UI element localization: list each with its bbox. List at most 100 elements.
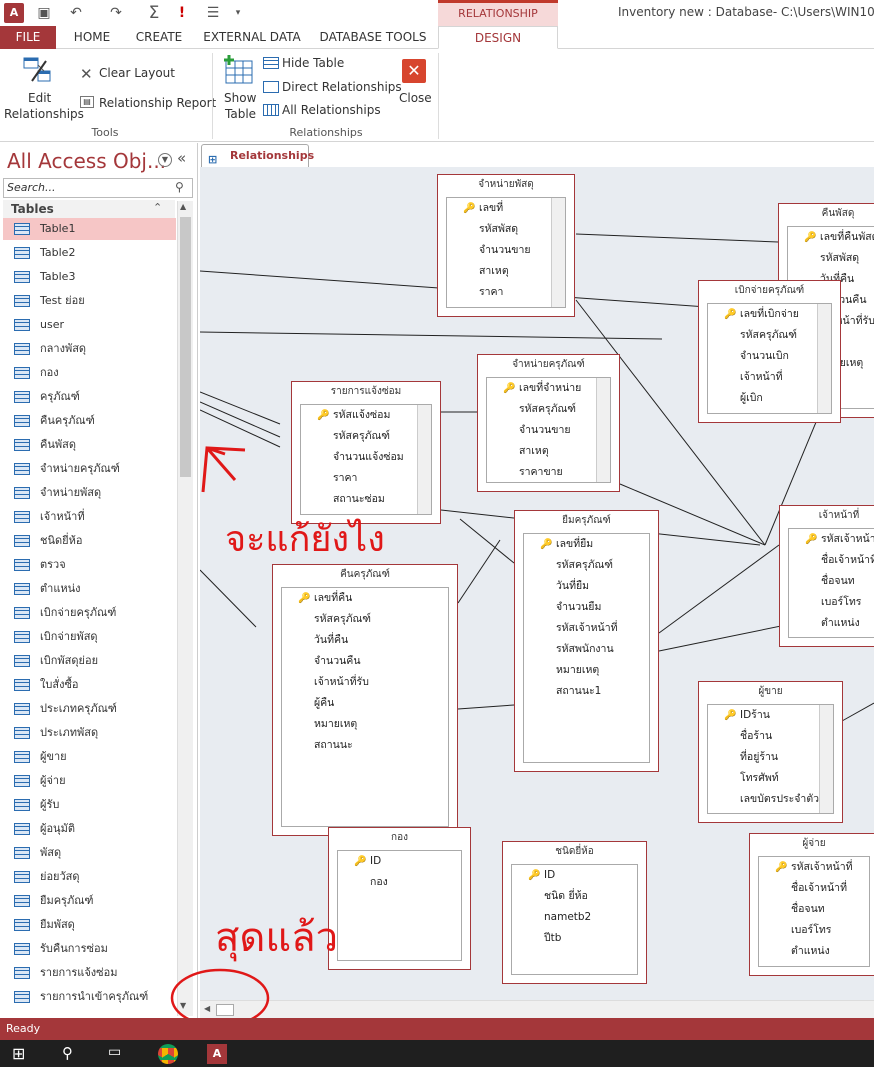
field-item[interactable]: รหัสพัสดุ	[447, 219, 565, 240]
field-item[interactable]: วันที่ยืม	[524, 576, 649, 597]
field-item[interactable]: สถานนะ	[282, 735, 448, 756]
relationship-table[interactable]: ยืมครุภัณฑ์ 🔑 เลขที่ยืม รหัสครุภัณฑ์ วันที่ย…	[514, 510, 659, 772]
field-item[interactable]: วันที่คืน	[282, 630, 448, 651]
field-list[interactable]: 🔑รหัสเจ้าหน้าที่ชื่อเจ้าหน้าที่ชื่อจนทเบ…	[758, 856, 870, 967]
direct-relationships-button[interactable]: Direct Relationships	[282, 80, 402, 94]
field-item[interactable]: รหัสพนักงาน	[524, 639, 649, 660]
field-item[interactable]: ที่อยู่ร้าน	[708, 747, 833, 768]
relationships-doc-tab[interactable]: ⊞ Relationships	[201, 144, 314, 167]
nav-section-tables[interactable]: Tables	[3, 200, 175, 218]
relationship-report-button[interactable]: Relationship Report	[99, 96, 216, 110]
nav-table-item[interactable]: เจ้าหน้าที่	[3, 506, 176, 528]
edit-relationships-label2[interactable]: Relationships	[4, 107, 84, 121]
nav-table-item[interactable]: จำหน่ายพัสดุ	[3, 482, 176, 504]
field-item[interactable]: รหัสครุภัณฑ์	[282, 609, 448, 630]
nav-table-item[interactable]: ชนิดยี่ห้อ	[3, 530, 176, 552]
field-item[interactable]: รหัสครุภัณฑ์	[708, 325, 831, 346]
table-title[interactable]: คืนครุภัณฑ์	[273, 565, 457, 585]
nav-table-item[interactable]: ครุภัณฑ์	[3, 386, 176, 408]
table-title[interactable]: ชนิดยี่ห้อ	[503, 842, 646, 862]
nav-table-item[interactable]: ใบสั่งซื้อ	[3, 674, 176, 696]
relationship-table[interactable]: กอง 🔑 ID กอง	[328, 827, 471, 970]
field-item[interactable]: 🔑 เลขที่ยืม	[524, 534, 649, 555]
relationship-table[interactable]: เบิกจ่ายครุภัณฑ์ 🔑 เลขที่เบิกจ่าย รหัสครุภั…	[698, 280, 841, 423]
field-item[interactable]: โทรศัพท์	[708, 768, 833, 789]
field-list[interactable]: 🔑 เลขที่คืน รหัสครุภัณฑ์ วันที่คืน จำนวนคืนเ…	[281, 587, 449, 827]
table-title[interactable]: จำหน่ายพัสดุ	[438, 175, 574, 195]
field-item[interactable]: 🔑 เลขที่จำหน่าย	[487, 378, 610, 399]
field-item[interactable]: จำนวนเบิก	[708, 346, 831, 367]
show-table-label1[interactable]: Show	[224, 91, 256, 105]
field-item[interactable]: 🔑 เลขที่	[447, 198, 565, 219]
nav-table-item[interactable]: พัสดุ	[3, 842, 176, 864]
field-item[interactable]: สถานนะ1	[524, 681, 649, 702]
field-item[interactable]: 🔑 ID	[338, 851, 461, 872]
field-list[interactable]: 🔑 ID กอง	[337, 850, 462, 961]
field-item[interactable]: ชื่อเจ้าหน้าที่	[789, 550, 874, 571]
nav-table-item[interactable]: เบิกจ่ายพัสดุ	[3, 626, 176, 648]
hide-table-button[interactable]: Hide Table	[282, 56, 344, 70]
field-scrollbar[interactable]	[417, 405, 431, 514]
nav-table-item[interactable]: ผู้จ่าย	[3, 770, 176, 792]
relationship-table[interactable]: จำหน่ายพัสดุ 🔑 เลขที่ รหัสพัสดุ จำนวนขาย สาเห…	[437, 174, 575, 317]
field-item[interactable]: รหัสเจ้าหน้าที่	[524, 618, 649, 639]
nav-table-item[interactable]: คืนครุภัณฑ์	[3, 410, 176, 432]
table-title[interactable]: เบิกจ่ายครุภัณฑ์	[699, 281, 840, 301]
redo-icon[interactable]: ↷	[106, 3, 126, 23]
field-item[interactable]: ตำแหน่ง	[789, 613, 874, 634]
taskbar-search-icon[interactable]: ⚲	[62, 1044, 82, 1064]
field-item[interactable]: หมายเหตุ	[282, 714, 448, 735]
field-scrollbar[interactable]	[819, 705, 833, 813]
field-item[interactable]: หมายเหตุ	[524, 660, 649, 681]
field-item[interactable]: 🔑 เลขที่คืน	[282, 588, 448, 609]
collapse-section-icon[interactable]: ⌃	[153, 201, 162, 214]
table-title[interactable]: จำหน่ายครุภัณฑ์	[478, 355, 619, 375]
field-item[interactable]: เบอร์โทร	[789, 592, 874, 613]
nav-table-item[interactable]: กลางพัสดุ	[3, 338, 176, 360]
field-item[interactable]: จำนวนยืม	[524, 597, 649, 618]
relationship-table[interactable]: ชนิดยี่ห้อ 🔑 ID ชนิด ยี่ห้อ nametb2 ปีtb	[502, 841, 647, 984]
field-item[interactable]: เบอร์โทร	[759, 920, 869, 941]
nav-table-item[interactable]: Test ย่อย	[3, 290, 176, 312]
relationship-table[interactable]: ผู้ขาย 🔑 IDร้าน ชื่อร้าน ที่อยู่ร้าน โทรศัพท์…	[698, 681, 843, 823]
nav-search-input[interactable]: Search...	[3, 178, 193, 198]
task-view-icon[interactable]: ▭	[108, 1044, 128, 1064]
field-scrollbar[interactable]	[596, 378, 610, 482]
field-item[interactable]: 🔑 รหัสแจ้งซ่อม	[301, 405, 431, 426]
nav-table-item[interactable]: user	[3, 314, 176, 336]
tab-design[interactable]: DESIGN	[438, 26, 558, 49]
field-item[interactable]: 🔑 เลขที่เบิกจ่าย	[708, 304, 831, 325]
relationship-table[interactable]: เจ้าหน้าที่🔑รหัสเจ้าหน้าที่ชื่อเจ้าหน้าท…	[779, 505, 874, 647]
field-item[interactable]: เจ้าหน้าที่	[708, 367, 831, 388]
nav-table-item[interactable]: กอง	[3, 362, 176, 384]
windows-start-icon[interactable]: ⊞	[12, 1044, 32, 1064]
nav-table-item[interactable]: Table2	[3, 242, 176, 264]
field-list[interactable]: 🔑 ID ชนิด ยี่ห้อ nametb2 ปีtb	[511, 864, 638, 975]
field-list[interactable]: 🔑 เลขที่จำหน่าย รหัสครุภัณฑ์ จำนวนขาย สาเหตุ…	[486, 377, 611, 483]
field-list[interactable]: 🔑รหัสเจ้าหน้าที่ชื่อเจ้าหน้าที่ชื่อจนทเบ…	[788, 528, 874, 638]
clear-layout-button[interactable]: Clear Layout	[99, 66, 175, 80]
exclamation-icon[interactable]: !	[172, 3, 192, 23]
table-title[interactable]: กอง	[329, 828, 470, 848]
nav-table-item[interactable]: ยืมครุภัณฑ์	[3, 890, 176, 912]
field-scrollbar[interactable]	[817, 304, 831, 413]
nav-table-item[interactable]: ผู้รับ	[3, 794, 176, 816]
table-title[interactable]: เจ้าหน้าที่	[780, 506, 874, 526]
relationships-canvas[interactable]: จำหน่ายพัสดุ 🔑 เลขที่ รหัสพัสดุ จำนวนขาย สาเห…	[200, 167, 874, 1000]
field-item[interactable]: จำนวนคืน	[282, 651, 448, 672]
table-title[interactable]: ยืมครุภัณฑ์	[515, 511, 658, 531]
nav-pane-title[interactable]: All Access Obj...	[7, 149, 166, 173]
tab-database-tools[interactable]: DATABASE TOOLS	[318, 26, 428, 49]
field-list[interactable]: 🔑 เลขที่เบิกจ่าย รหัสครุภัณฑ์ จำนวนเบิก เจ้า…	[707, 303, 832, 414]
field-item[interactable]: ชื่อจนท	[759, 899, 869, 920]
tab-create[interactable]: CREATE	[130, 26, 188, 49]
edit-relationships-label1[interactable]: Edit	[28, 91, 51, 105]
sum-icon[interactable]: Σ	[144, 3, 164, 23]
nav-table-item[interactable]: ผู้ขาย	[3, 746, 176, 768]
field-list[interactable]: 🔑 IDร้าน ชื่อร้าน ที่อยู่ร้าน โทรศัพท์ เลขบัต…	[707, 704, 834, 814]
nav-scrollbar[interactable]: ▲ ▼	[177, 201, 193, 1016]
tab-home[interactable]: HOME	[66, 26, 118, 49]
table-title[interactable]: ผู้จ่าย	[750, 834, 874, 854]
field-item[interactable]: 🔑รหัสเจ้าหน้าที่	[759, 857, 869, 878]
undo-icon[interactable]: ↶	[66, 3, 86, 23]
